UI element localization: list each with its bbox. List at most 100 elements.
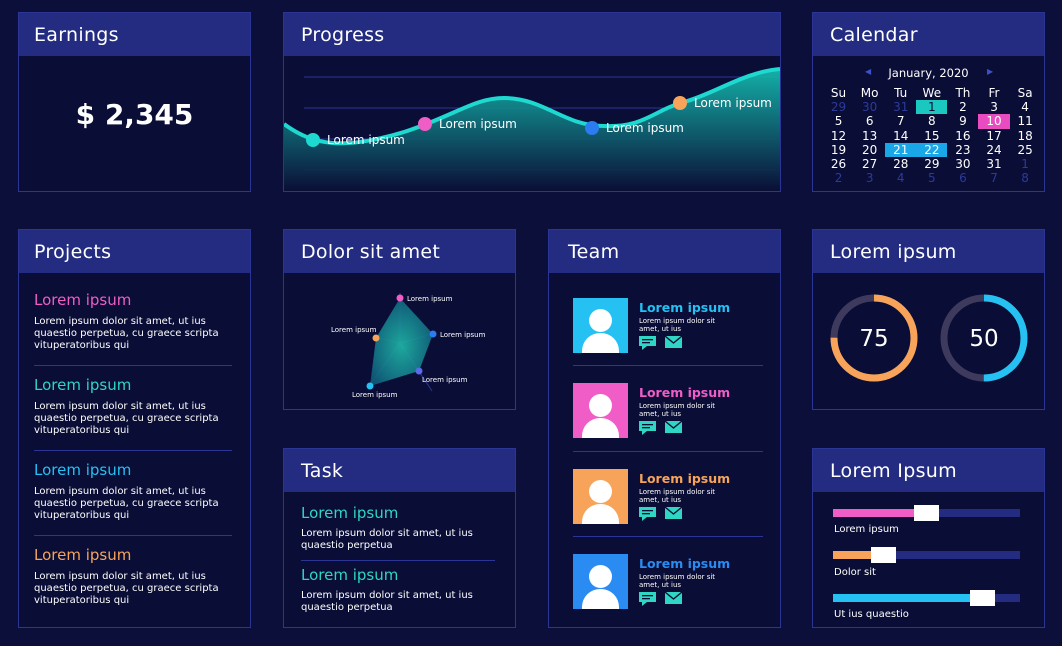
radar-point-label: Lorem ipsum <box>440 331 486 339</box>
progress-point[interactable] <box>418 117 432 131</box>
member-text: Lorem ipsum dolor sit amet, ut ius <box>639 488 716 504</box>
calendar-day[interactable]: 5 <box>823 114 854 128</box>
progress-title: Progress <box>284 13 780 56</box>
progress-point-label: Lorem ipsum <box>327 133 405 147</box>
radar-point[interactable] <box>372 334 380 342</box>
chevron-right-icon[interactable]: ▶ <box>987 67 993 76</box>
calendar-day[interactable]: 27 <box>854 157 885 171</box>
calendar-day[interactable]: 24 <box>978 143 1009 157</box>
team-member[interactable]: Lorem ipsum Lorem ipsum dolor sit amet, … <box>573 383 763 438</box>
project-item[interactable]: Lorem ipsum Lorem ipsum dolor sit amet, … <box>34 291 232 352</box>
avatar <box>573 554 628 609</box>
progress-panel: Progress Lorem ipsum Lorem ipsum Lorem i… <box>283 12 781 192</box>
slider-handle[interactable] <box>970 590 996 606</box>
calendar-day[interactable]: 5 <box>916 171 947 185</box>
calendar-day[interactable]: 6 <box>854 114 885 128</box>
calendar-grid: Su Mo Tu We Th Fr Sa 29 30 31 1 2 3 4 5 6 7 8 9 10 11 12 13 14 1… <box>823 86 1041 185</box>
calendar-day[interactable]: 9 <box>947 114 978 128</box>
member-name: Lorem ipsum <box>639 471 731 486</box>
slider-track[interactable] <box>833 505 1020 521</box>
calendar-day[interactable]: 16 <box>947 129 978 143</box>
mail-icon[interactable] <box>665 592 682 605</box>
mail-icon[interactable] <box>665 507 682 520</box>
avatar <box>573 298 628 353</box>
gauges-title: Lorem ipsum <box>813 230 1044 273</box>
divider <box>34 535 232 536</box>
sliders-title: Lorem Ipsum <box>813 449 1044 492</box>
weekday-label: Tu <box>894 86 908 100</box>
member-text: Lorem ipsum dolor sit amet, ut ius <box>639 317 716 333</box>
calendar-day[interactable]: 12 <box>823 129 854 143</box>
slider-handle[interactable] <box>914 505 939 521</box>
avatar <box>573 469 628 524</box>
calendar-day[interactable]: 31 <box>885 100 916 114</box>
calendar-day[interactable]: 7 <box>885 114 916 128</box>
divider <box>573 536 763 537</box>
progress-point[interactable] <box>585 121 599 135</box>
calendar-day[interactable]: 6 <box>947 171 978 185</box>
calendar-day[interactable]: 3 <box>854 171 885 185</box>
divider <box>573 365 763 366</box>
calendar-day[interactable]: 29 <box>823 100 854 114</box>
calendar-day[interactable]: 23 <box>947 143 978 157</box>
team-member[interactable]: Lorem ipsum Lorem ipsum dolor sit amet, … <box>573 469 763 524</box>
chat-icon[interactable] <box>639 592 656 606</box>
calendar-day[interactable]: 11 <box>1010 114 1041 128</box>
radar-point[interactable] <box>366 382 374 390</box>
calendar-day[interactable]: 17 <box>978 129 1009 143</box>
chat-icon[interactable] <box>639 336 656 350</box>
chat-icon[interactable] <box>639 421 656 435</box>
calendar-day[interactable]: 22 <box>916 142 948 157</box>
chat-icon[interactable] <box>639 507 656 521</box>
mail-icon[interactable] <box>665 336 682 349</box>
progress-point[interactable] <box>306 133 320 147</box>
calendar-day[interactable]: 10 <box>978 114 1010 129</box>
calendar-day[interactable]: 18 <box>1010 129 1041 143</box>
project-item[interactable]: Lorem ipsum Lorem ipsum dolor sit amet, … <box>34 376 232 437</box>
project-title: Lorem ipsum <box>34 291 132 309</box>
radar-point[interactable] <box>429 330 437 338</box>
calendar-day[interactable]: 28 <box>885 157 916 171</box>
task-item[interactable]: Lorem ipsum Lorem ipsum dolor sit amet, … <box>301 504 497 552</box>
calendar-day[interactable]: 30 <box>947 157 978 171</box>
calendar-day[interactable]: 20 <box>854 143 885 157</box>
calendar-day[interactable]: 2 <box>947 100 978 114</box>
radar-point[interactable] <box>415 367 423 375</box>
weekday-label: Mo <box>860 86 879 100</box>
calendar-day[interactable]: 4 <box>1010 100 1041 114</box>
slider-handle[interactable] <box>870 547 896 563</box>
slider-track[interactable] <box>833 590 1020 606</box>
calendar-day[interactable]: 30 <box>854 100 885 114</box>
calendar-day[interactable]: 19 <box>823 143 854 157</box>
progress-point[interactable] <box>673 96 687 110</box>
team-member[interactable]: Lorem ipsum Lorem ipsum dolor sit amet, … <box>573 298 763 353</box>
calendar-day[interactable]: 31 <box>978 157 1009 171</box>
calendar-day[interactable]: 1 <box>916 100 948 115</box>
calendar-day[interactable]: 29 <box>916 157 947 171</box>
mail-icon[interactable] <box>665 421 682 434</box>
calendar-day[interactable]: 2 <box>823 171 854 185</box>
calendar-day[interactable]: 7 <box>978 171 1009 185</box>
calendar-day[interactable]: 3 <box>978 100 1009 114</box>
calendar-day[interactable]: 4 <box>885 171 916 185</box>
calendar-day[interactable]: 1 <box>1010 157 1041 171</box>
earnings-title: Earnings <box>19 13 250 56</box>
progress-point-label: Lorem ipsum <box>439 117 517 131</box>
calendar-day[interactable]: 15 <box>916 129 947 143</box>
calendar-day[interactable]: 8 <box>916 114 947 128</box>
calendar-day[interactable]: 25 <box>1010 143 1041 157</box>
team-member[interactable]: Lorem ipsum Lorem ipsum dolor sit amet, … <box>573 554 763 609</box>
project-item[interactable]: Lorem ipsum Lorem ipsum dolor sit amet, … <box>34 461 232 522</box>
calendar-day[interactable]: 21 <box>885 142 917 157</box>
calendar-month: January, 2020 <box>888 66 969 80</box>
calendar-day[interactable]: 8 <box>1010 171 1041 185</box>
calendar-day[interactable]: 13 <box>854 129 885 143</box>
project-item[interactable]: Lorem ipsum Lorem ipsum dolor sit amet, … <box>34 546 232 607</box>
radar-point[interactable] <box>396 294 404 302</box>
task-item-title: Lorem ipsum <box>301 504 399 522</box>
project-title: Lorem ipsum <box>34 546 132 564</box>
calendar-day[interactable]: 14 <box>885 129 916 143</box>
calendar-day[interactable]: 26 <box>823 157 854 171</box>
task-item[interactable]: Lorem ipsum Lorem ipsum dolor sit amet, … <box>301 566 497 614</box>
slider-track[interactable] <box>833 547 1020 563</box>
